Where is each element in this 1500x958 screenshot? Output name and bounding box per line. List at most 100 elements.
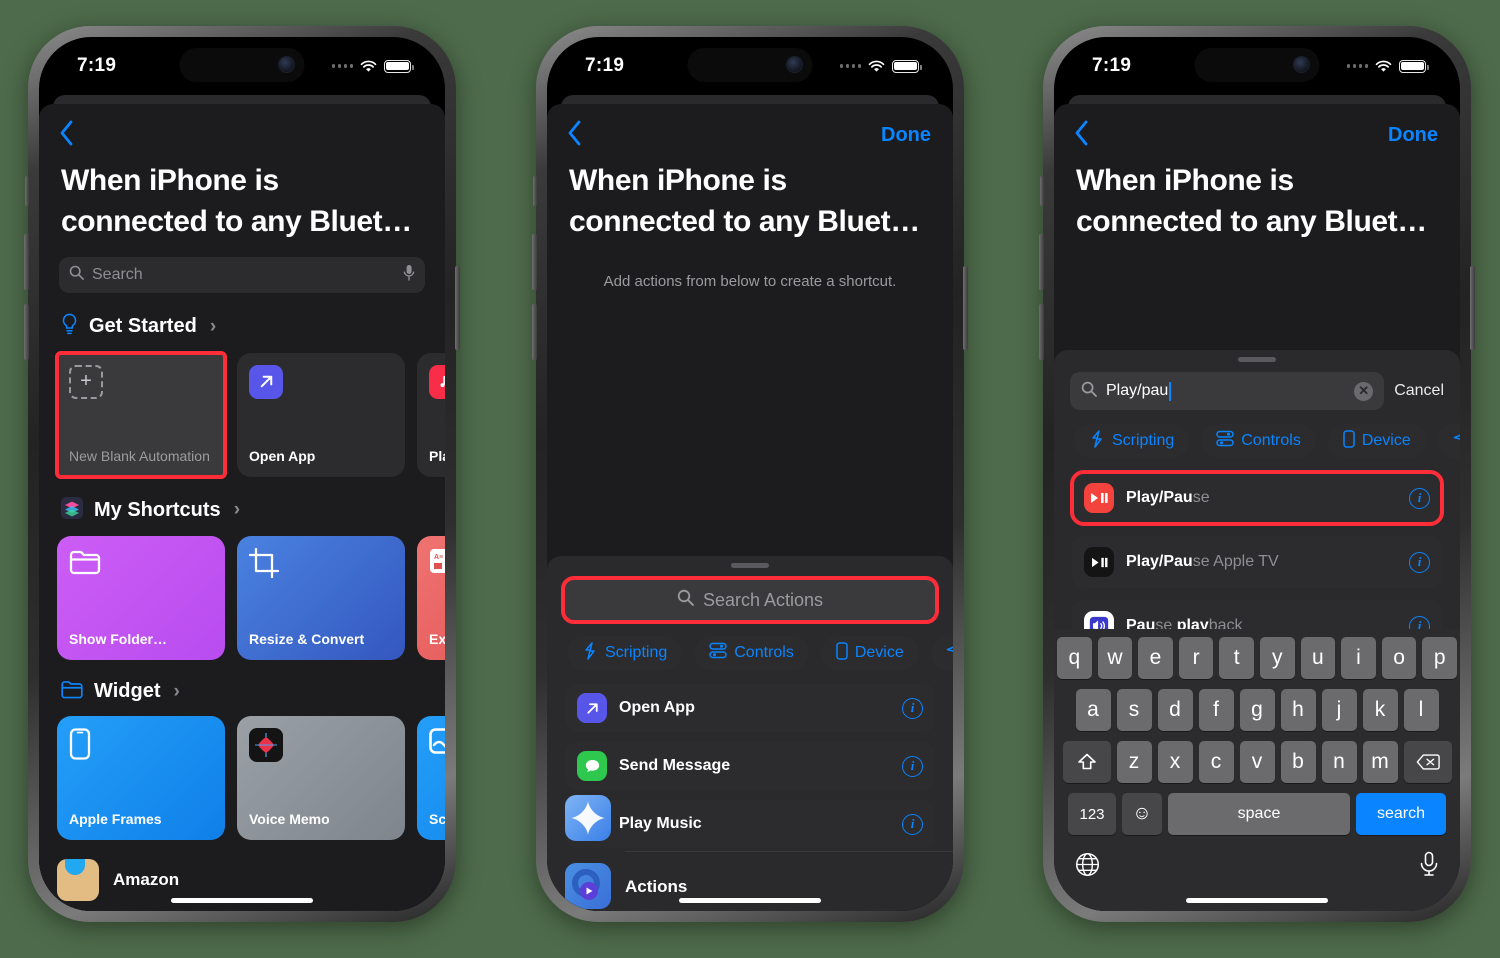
chip-device[interactable]: Device — [1327, 424, 1426, 458]
silent-switch[interactable] — [1040, 176, 1044, 206]
category-chip-row[interactable]: Scripting Controls Device — [547, 622, 953, 678]
microphone-icon[interactable] — [403, 264, 415, 286]
chip-scripting[interactable]: Scripting — [1074, 424, 1190, 458]
chip-controls[interactable]: Controls — [1201, 424, 1316, 458]
cancel-button[interactable]: Cancel — [1394, 382, 1444, 400]
info-icon[interactable]: i — [1409, 551, 1430, 573]
volume-up-button[interactable] — [24, 234, 29, 290]
done-button[interactable]: Done — [881, 124, 931, 147]
search-results-list[interactable]: Play/Pause i Play/Pause Apple TV i Pause… — [1054, 466, 1460, 652]
key-w[interactable]: w — [1097, 637, 1133, 679]
home-indicator[interactable] — [1186, 898, 1328, 903]
keyboard-row-3[interactable]: z x c v b n m — [1057, 741, 1457, 783]
get-started-card-row[interactable]: + New Blank Automation Open App Pl — [39, 350, 445, 479]
chevron-left-icon[interactable] — [1074, 120, 1089, 151]
card-play-music[interactable]: Pla — [417, 352, 445, 477]
key-s[interactable]: s — [1116, 689, 1152, 731]
key-g[interactable]: g — [1239, 689, 1275, 731]
section-header-my-shortcuts[interactable]: My Shortcuts › — [39, 477, 445, 536]
section-header-widget[interactable]: Widget › — [39, 660, 445, 716]
volume-up-button[interactable] — [532, 234, 537, 290]
key-m[interactable]: m — [1362, 741, 1398, 783]
key-r[interactable]: r — [1178, 637, 1214, 679]
globe-icon[interactable] — [1075, 852, 1100, 882]
shift-icon[interactable] — [1062, 741, 1111, 783]
result-row-play-pause[interactable]: Play/Pause i — [1070, 470, 1444, 526]
key-d[interactable]: d — [1157, 689, 1193, 731]
volume-down-button[interactable] — [24, 304, 29, 360]
chevron-left-icon[interactable] — [567, 120, 582, 151]
shortcuts-app-icon[interactable] — [565, 795, 611, 841]
chip-share[interactable] — [1437, 424, 1460, 458]
action-row-open-app[interactable]: Open App i — [565, 684, 935, 732]
key-x[interactable]: x — [1157, 741, 1193, 783]
key-j[interactable]: j — [1321, 689, 1357, 731]
microphone-icon[interactable] — [1419, 851, 1439, 882]
search-input[interactable]: Search — [59, 256, 425, 293]
chip-share[interactable] — [930, 636, 953, 670]
info-icon[interactable]: i — [902, 755, 923, 777]
power-button[interactable] — [455, 266, 460, 350]
keyboard-row-4[interactable]: 123 ☺ space search — [1057, 793, 1457, 835]
search-row[interactable]: Play/pau ✕ Cancel — [1070, 372, 1444, 410]
emoji-icon[interactable]: ☺ — [1122, 793, 1162, 835]
search-input[interactable]: Play/pau ✕ — [1070, 372, 1385, 410]
chip-scripting[interactable]: Scripting — [567, 636, 683, 670]
card-open-app[interactable]: Open App — [237, 352, 405, 477]
power-button[interactable] — [963, 266, 968, 350]
chevron-left-icon[interactable] — [59, 120, 74, 151]
home-indicator[interactable] — [171, 898, 313, 903]
key-n[interactable]: n — [1321, 741, 1357, 783]
keyboard-row-1[interactable]: q w e r t y u i o p — [1057, 637, 1457, 679]
key-e[interactable]: e — [1138, 637, 1173, 679]
power-button[interactable] — [1470, 266, 1475, 350]
key-a[interactable]: a — [1075, 689, 1111, 731]
category-chip-row[interactable]: Scripting Controls Device — [1054, 410, 1460, 466]
home-indicator[interactable] — [679, 898, 821, 903]
key-z[interactable]: z — [1116, 741, 1152, 783]
key-l[interactable]: l — [1403, 689, 1439, 731]
card-extract[interactable]: A≡ Ext — [417, 535, 445, 660]
key-v[interactable]: v — [1239, 741, 1275, 783]
section-header-get-started[interactable]: Get Started › — [39, 293, 445, 353]
card-new-blank-automation[interactable]: + New Blank Automation — [55, 350, 227, 479]
key-i[interactable]: i — [1341, 637, 1376, 679]
key-p[interactable]: p — [1422, 637, 1457, 679]
info-icon[interactable]: i — [1409, 487, 1430, 509]
keyboard-row-2[interactable]: a s d f g h j k l — [1057, 689, 1457, 731]
clear-circle-icon[interactable]: ✕ — [1354, 381, 1374, 401]
sheet-drag-handle[interactable] — [1238, 357, 1276, 362]
search-key[interactable]: search — [1356, 793, 1446, 835]
numbers-key[interactable]: 123 — [1068, 793, 1116, 835]
card-apple-frames[interactable]: Apple Frames — [57, 715, 225, 840]
chip-controls[interactable]: Controls — [694, 636, 809, 670]
key-b[interactable]: b — [1280, 741, 1316, 783]
result-row-play-pause-apple-tv[interactable]: Play/Pause Apple TV i — [1072, 536, 1442, 588]
onscreen-keyboard[interactable]: q w e r t y u i o p a s d f g h j k l z … — [1054, 629, 1460, 911]
card-resize-convert[interactable]: Resize & Convert — [237, 535, 405, 660]
volume-down-button[interactable] — [1039, 304, 1044, 360]
volume-up-button[interactable] — [1039, 234, 1044, 290]
my-shortcuts-card-row[interactable]: Show Folder… Resize & Convert A≡ Ex — [39, 535, 445, 660]
chip-device[interactable]: Device — [820, 636, 919, 670]
card-voice-memo[interactable]: Voice Memo — [237, 715, 405, 840]
key-f[interactable]: f — [1198, 689, 1234, 731]
key-y[interactable]: y — [1260, 637, 1295, 679]
key-u[interactable]: u — [1300, 637, 1336, 679]
card-show-folder[interactable]: Show Folder… — [57, 535, 225, 660]
space-key[interactable]: space — [1168, 793, 1350, 835]
sheet-drag-handle[interactable] — [731, 563, 769, 568]
actions-app-icon[interactable] — [565, 863, 611, 909]
done-button[interactable]: Done — [1388, 124, 1438, 147]
backspace-icon[interactable] — [1403, 741, 1452, 783]
silent-switch[interactable] — [25, 176, 29, 206]
search-actions-input[interactable]: Search Actions — [561, 576, 939, 624]
key-o[interactable]: o — [1381, 637, 1417, 679]
volume-down-button[interactable] — [532, 304, 537, 360]
widget-card-row[interactable]: Apple Frames Voice Memo Sc — [39, 715, 445, 840]
key-q[interactable]: q — [1057, 637, 1092, 679]
info-icon[interactable]: i — [902, 697, 923, 719]
silent-switch[interactable] — [533, 176, 537, 206]
key-h[interactable]: h — [1280, 689, 1316, 731]
key-t[interactable]: t — [1219, 637, 1254, 679]
